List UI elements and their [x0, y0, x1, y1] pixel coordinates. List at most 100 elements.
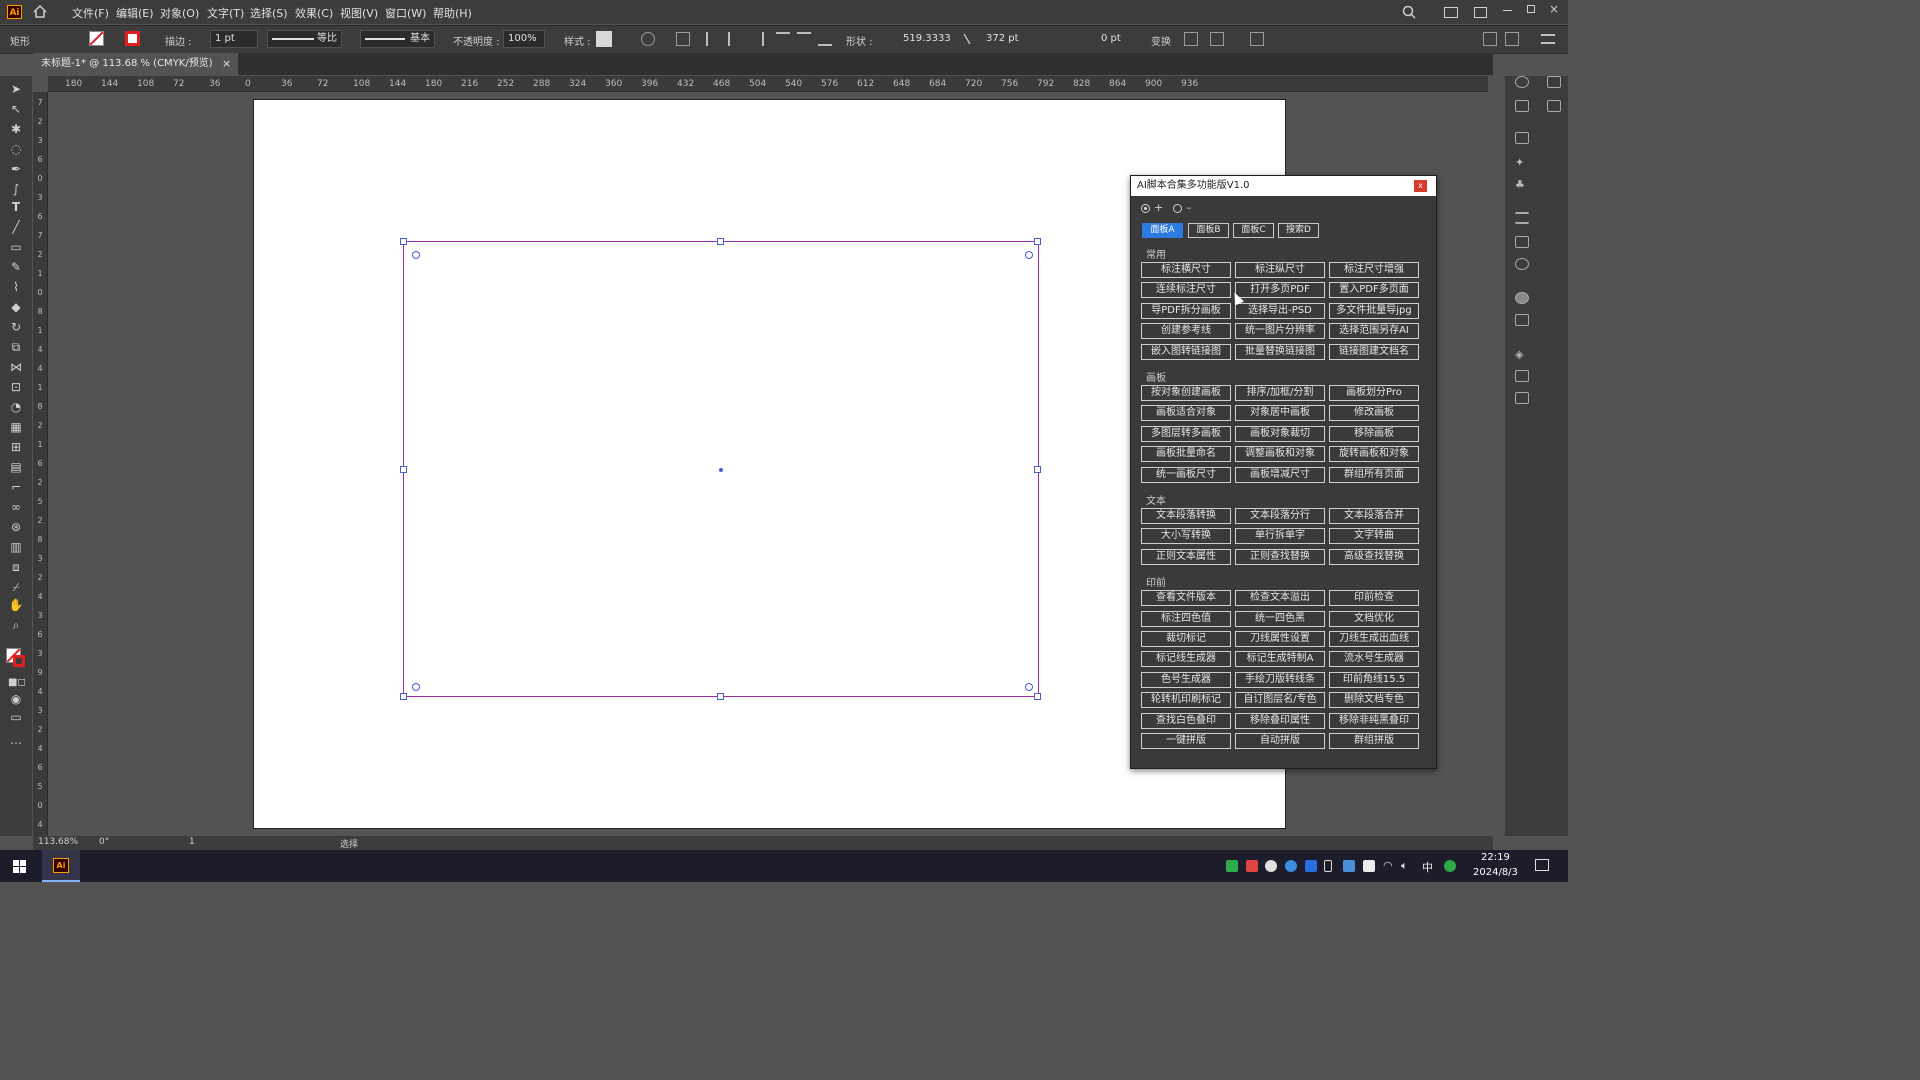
- rotation-value[interactable]: 0°: [99, 837, 109, 847]
- scale-tool-icon[interactable]: ⧉: [8, 340, 24, 354]
- align-bottom-icon[interactable]: [818, 32, 832, 46]
- brushes-icon[interactable]: ✦: [1515, 156, 1529, 169]
- script-button[interactable]: 群组拼版: [1329, 733, 1419, 749]
- script-button[interactable]: 旋转画板和对象: [1329, 446, 1419, 463]
- height-field[interactable]: 372 pt: [981, 30, 1031, 48]
- stroke-icon[interactable]: [1515, 212, 1529, 224]
- illustrator-taskbar-button[interactable]: Ai: [42, 850, 80, 882]
- script-button[interactable]: 排序/加框/分割: [1235, 385, 1325, 401]
- minimize-icon[interactable]: [1503, 10, 1512, 11]
- script-button[interactable]: 查看文件版本: [1141, 590, 1231, 607]
- bounding-handle[interactable]: [717, 238, 724, 245]
- radio-plus[interactable]: [1141, 204, 1150, 213]
- symbol-sprayer-tool-icon[interactable]: ⊛: [8, 520, 24, 534]
- rotate-tool-icon[interactable]: ↻: [8, 320, 24, 334]
- align-center-icon[interactable]: [728, 32, 742, 46]
- script-button[interactable]: 标记线生成器: [1141, 651, 1231, 668]
- script-button[interactable]: 一键拼版: [1141, 733, 1231, 749]
- script-button[interactable]: 轮转机印刷标记: [1141, 692, 1231, 709]
- bounding-handle[interactable]: [400, 466, 407, 473]
- align-top-icon[interactable]: [776, 32, 790, 46]
- script-button[interactable]: 连续标注尺寸: [1141, 282, 1231, 299]
- flip-icon[interactable]: [1210, 32, 1224, 46]
- blend-tool-icon[interactable]: ∞: [8, 500, 24, 514]
- script-button[interactable]: 正则查找替换: [1235, 548, 1325, 565]
- script-button[interactable]: 调整画板和对象: [1235, 446, 1325, 463]
- variable-width-profile[interactable]: 等比: [267, 30, 342, 48]
- script-button[interactable]: 多图层转多画板: [1141, 425, 1231, 442]
- screen-mode-icon[interactable]: ▭: [8, 710, 24, 724]
- script-button[interactable]: 打开多页PDF: [1235, 282, 1325, 299]
- corner-widget[interactable]: [412, 251, 420, 259]
- notification-icon[interactable]: [1535, 859, 1549, 871]
- corner-radius-field[interactable]: 0 pt: [1096, 30, 1136, 48]
- script-button[interactable]: 文档优化: [1329, 610, 1419, 627]
- tray-app-icon[interactable]: [1343, 860, 1355, 872]
- tab-panel-b[interactable]: 面板B: [1188, 223, 1229, 238]
- script-button[interactable]: 批量替换链接图: [1235, 343, 1325, 360]
- zoom-level[interactable]: 113.68%: [38, 837, 78, 847]
- menu-select[interactable]: 选择(S): [250, 5, 288, 21]
- artboards-icon[interactable]: [1547, 100, 1561, 112]
- windows-start-icon[interactable]: [13, 860, 26, 873]
- menu-effect[interactable]: 效果(C): [295, 5, 333, 21]
- script-button[interactable]: 多文件批量导jpg: [1329, 302, 1419, 319]
- lasso-tool-icon[interactable]: ◌: [8, 142, 24, 156]
- restore-icon[interactable]: [1527, 5, 1535, 13]
- script-button[interactable]: 导PDF拆分画板: [1141, 302, 1231, 319]
- close-icon[interactable]: ×: [1549, 2, 1559, 16]
- eraser-tool-icon[interactable]: ◆: [8, 300, 24, 314]
- script-button[interactable]: 标注纵尺寸: [1235, 262, 1325, 278]
- opacity-field[interactable]: 100%: [503, 30, 545, 48]
- artboard-number[interactable]: 1: [189, 837, 195, 847]
- bounding-handle[interactable]: [1034, 693, 1041, 700]
- layers-stack-icon[interactable]: ◈: [1515, 348, 1529, 361]
- script-button[interactable]: 标注四色值: [1141, 610, 1231, 627]
- corner-widget[interactable]: [412, 683, 420, 691]
- script-button[interactable]: 画板对象裁切: [1235, 425, 1325, 442]
- width-tool-icon[interactable]: ⋈: [8, 360, 24, 374]
- tray-usb-icon[interactable]: [1324, 860, 1332, 872]
- paintbrush-tool-icon[interactable]: ✎: [8, 260, 24, 274]
- script-button[interactable]: 画板划分Pro: [1329, 385, 1419, 401]
- script-button[interactable]: 自动拼版: [1235, 733, 1325, 749]
- script-button[interactable]: 文本段落合并: [1329, 508, 1419, 524]
- tray-cloud-icon[interactable]: [1285, 860, 1297, 872]
- menu-window[interactable]: 窗口(W): [385, 5, 426, 21]
- bounding-handle[interactable]: [400, 693, 407, 700]
- gradient-icon[interactable]: [1515, 236, 1529, 248]
- align-left-icon[interactable]: [706, 32, 720, 46]
- perspective-grid-tool-icon[interactable]: ▦: [8, 420, 24, 434]
- corner-widget[interactable]: [1025, 683, 1033, 691]
- script-button[interactable]: 选择导出-PSD: [1235, 302, 1325, 319]
- ime-indicator[interactable]: 中: [1422, 859, 1433, 875]
- brush-definition[interactable]: 基本: [360, 30, 435, 48]
- script-button[interactable]: 按对象创建画板: [1141, 385, 1231, 401]
- swatches-icon[interactable]: [1515, 132, 1529, 144]
- radio-minus[interactable]: [1173, 204, 1182, 213]
- script-button[interactable]: 大小写转换: [1141, 528, 1231, 545]
- script-button[interactable]: 刀线属性设置: [1235, 631, 1325, 647]
- column-graph-tool-icon[interactable]: ▥: [8, 540, 24, 554]
- direct-selection-tool-icon[interactable]: ↖: [8, 102, 24, 116]
- more-tools-icon[interactable]: ⋯: [8, 736, 24, 750]
- align-to-icon[interactable]: [676, 32, 690, 46]
- warp-icon[interactable]: [1250, 32, 1264, 46]
- script-button[interactable]: 检查文本溢出: [1235, 590, 1325, 607]
- script-button[interactable]: 移除画板: [1329, 425, 1419, 442]
- recolor-icon[interactable]: [641, 32, 655, 46]
- menu-lines-icon[interactable]: [1541, 34, 1555, 44]
- script-button[interactable]: 印前角线15.5: [1329, 671, 1419, 688]
- tray-app-icon[interactable]: [1226, 860, 1238, 872]
- tray-app-icon[interactable]: [1246, 860, 1258, 872]
- arrange-documents-icon[interactable]: [1505, 32, 1519, 46]
- clock-date[interactable]: 2024/8/3: [1473, 867, 1518, 878]
- align-middle-icon[interactable]: [797, 32, 811, 46]
- bounding-handle[interactable]: [1034, 238, 1041, 245]
- script-button[interactable]: 画板适合对象: [1141, 405, 1231, 422]
- blob-brush-tool-icon[interactable]: ⌇: [8, 280, 24, 294]
- slice-tool-icon[interactable]: ⌿: [8, 580, 24, 594]
- script-button[interactable]: 选择范围另存AI: [1329, 323, 1419, 340]
- transform-label[interactable]: 变换: [1151, 33, 1171, 48]
- menu-file[interactable]: 文件(F): [72, 5, 109, 21]
